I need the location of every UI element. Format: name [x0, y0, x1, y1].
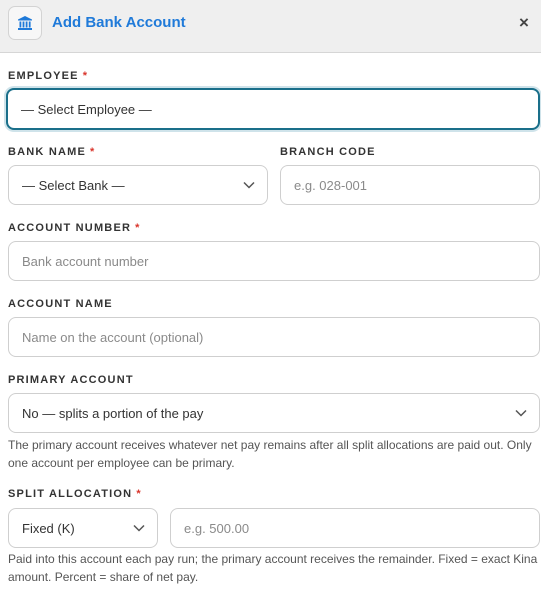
primary-account-help: The primary account receives whatever ne…: [8, 438, 532, 470]
allocation-type-select[interactable]: Fixed (K): [8, 508, 158, 548]
required-marker: *: [135, 222, 141, 234]
allocation-amount-placeholder: e.g. 500.00: [184, 520, 250, 536]
bank-icon: [8, 6, 42, 40]
primary-account-select-value: No — splits a portion of the pay: [22, 405, 204, 421]
bank-name-select-value: — Select Bank —: [22, 177, 125, 193]
employee-label: EMPLOYEE *: [8, 70, 89, 82]
allocation-type-value: Fixed (K): [22, 520, 75, 536]
account-name-placeholder: Name on the account (optional): [22, 329, 204, 345]
branch-code-placeholder: e.g. 028-001: [294, 177, 368, 193]
close-icon[interactable]: ×: [513, 12, 535, 34]
bank-name-label: BANK NAME *: [8, 146, 96, 158]
split-allocation-help: Paid into this account each pay run; the…: [8, 552, 538, 584]
required-marker: *: [90, 146, 96, 158]
account-number-input[interactable]: Bank account number: [8, 241, 540, 281]
account-name-input[interactable]: Name on the account (optional): [8, 317, 540, 357]
branch-code-input[interactable]: e.g. 028-001: [280, 165, 540, 205]
primary-account-select[interactable]: No — splits a portion of the pay: [8, 393, 540, 433]
employee-select[interactable]: — Select Employee —: [6, 88, 540, 130]
bank-name-select[interactable]: — Select Bank —: [8, 165, 268, 205]
primary-account-label: PRIMARY ACCOUNT: [8, 374, 134, 386]
dialog-title: Add Bank Account: [52, 14, 186, 31]
chevron-down-icon: [243, 181, 255, 189]
account-name-label: ACCOUNT NAME: [8, 298, 113, 310]
split-allocation-label: SPLIT ALLOCATION *: [8, 488, 142, 500]
required-marker: *: [82, 70, 89, 82]
chevron-down-icon: [515, 409, 527, 417]
required-marker: *: [136, 488, 142, 500]
branch-code-label: BRANCH CODE: [280, 146, 376, 158]
dialog-header: Add Bank Account ×: [0, 0, 541, 53]
chevron-down-icon: [133, 524, 145, 532]
allocation-amount-input[interactable]: e.g. 500.00: [170, 508, 540, 548]
employee-select-value: — Select Employee —: [21, 101, 152, 117]
account-number-placeholder: Bank account number: [22, 253, 149, 269]
account-number-label: ACCOUNT NUMBER *: [8, 222, 141, 234]
